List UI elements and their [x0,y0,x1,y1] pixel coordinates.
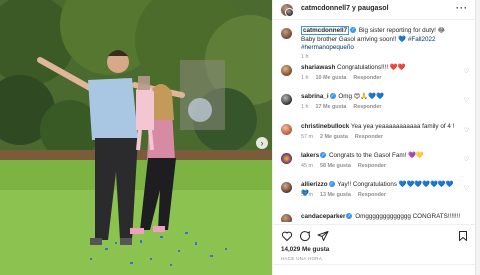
reply-button[interactable]: Responder [353,104,381,110]
comment-text: candaceparker ✓ Omggggggggggggg CONGRATS!… [301,213,461,222]
comment-username[interactable]: candaceparker [301,213,345,220]
comment-username[interactable]: allierizzo [301,181,328,188]
heart-icon[interactable]: ♡ [464,97,469,104]
reply-button[interactable]: Responder [355,134,383,140]
heart-icon[interactable]: ♡ [464,127,469,134]
bookmark-icon[interactable] [457,230,469,242]
reply-button[interactable]: Responder [358,163,386,169]
next-photo-button[interactable]: › [256,137,268,149]
caption-text: catmcdonnell7 ✓ Big sister reporting for … [301,26,445,51]
caption-username[interactable]: catmcdonnell7 [301,26,350,35]
avatar[interactable] [281,124,292,135]
verified-icon: ✓ [329,93,336,100]
comment-text: lakers ✓ Congrats to the Gasol Fam! 💜💛 [301,152,424,159]
photo-illustration [0,0,272,275]
comment-meta: 1 h 17 Me gusta Responder [301,104,382,110]
comment-meta: 57 m2 Me gusta Responder [301,134,383,140]
verified-icon: ✓ [328,181,335,188]
reply-button[interactable]: Responder [358,192,386,198]
avatar[interactable] [281,65,292,76]
lakers-logo-icon[interactable] [281,153,292,164]
comments-list: catmcdonnell7 ✓ Big sister reporting for … [273,22,475,222]
comment-username[interactable]: shariawash [301,64,335,71]
comment-username[interactable]: christinebullock [301,123,349,130]
heart-icon[interactable] [281,230,293,242]
avatar[interactable] [281,182,292,193]
comment-meta: 1 h 10 Me gusta Responder [301,75,382,81]
heart-icon[interactable]: ♡ [464,156,469,163]
caption-meta: 1 h [301,54,309,60]
avatar-secondary[interactable] [285,8,294,17]
avatar[interactable] [281,94,292,105]
post-photo[interactable]: › [0,0,272,275]
comment-username[interactable]: lakers [301,152,319,159]
heart-icon[interactable]: ♡ [464,185,469,192]
verified-icon: ✓ [346,213,353,220]
verified-icon: ✓ [320,152,327,159]
chevron-right-icon: › [260,138,264,148]
comment-text: shariawash Congratulations!!!! ❤️❤️ [301,64,406,71]
reply-button[interactable]: Responder [353,75,381,81]
comment-text: sabrina_i ✓ Omg 😍🙏💙💙 [301,93,384,100]
avatar[interactable] [281,214,292,222]
more-options-icon[interactable]: ··· [456,3,468,13]
likes-count[interactable]: 14,029 Me gusta [281,246,329,253]
comment-text: christinebullock Yea yea yeaaaaaaaaaaa f… [301,123,455,130]
comment-composer[interactable] [273,264,475,275]
comment-icon[interactable] [299,230,311,242]
instagram-post-modal: › catmcdonnell7 y paugasol ··· catmcdonn… [0,0,476,275]
verified-icon: ✓ [350,27,357,34]
comment-meta: 45 m 58 Me gusta Responder [301,163,386,169]
avatar[interactable] [281,28,292,39]
heart-icon[interactable]: ♡ [464,68,469,75]
post-authors[interactable]: catmcdonnell7 y paugasol [301,5,389,12]
share-icon[interactable] [317,230,329,242]
post-timestamp: HACE UNA HORA [281,256,323,261]
post-actions: 14,029 Me gusta HACE UNA HORA [273,224,475,275]
comment-meta: 53 m 13 Me gusta Responder [301,192,386,198]
post-header: catmcdonnell7 y paugasol ··· [273,0,475,20]
post-sidebar: catmcdonnell7 y paugasol ··· catmcdonnel… [272,0,475,275]
comment-username[interactable]: sabrina_i [301,93,329,100]
